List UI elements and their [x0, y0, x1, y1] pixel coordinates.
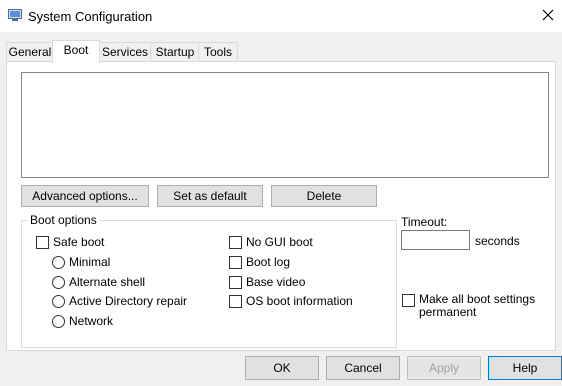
make-permanent-box[interactable] — [402, 294, 415, 307]
tab-startup[interactable]: Startup — [150, 42, 200, 61]
network-label: Network — [69, 314, 114, 328]
tab-tools[interactable]: Tools — [198, 42, 238, 61]
no-gui-boot-box[interactable] — [229, 235, 242, 249]
network-radio-circle[interactable] — [52, 314, 65, 328]
safe-boot-label: Safe boot — [53, 235, 105, 249]
timeout-unit-label: seconds — [475, 234, 520, 248]
safe-boot-checkbox[interactable]: Safe boot — [36, 235, 104, 249]
network-radio[interactable]: Network — [52, 314, 113, 328]
os-boot-information-label: OS boot information — [246, 294, 353, 308]
boot-log-box[interactable] — [229, 255, 242, 269]
set-as-default-button[interactable]: Set as default — [157, 185, 263, 207]
advanced-options-button[interactable]: Advanced options... — [21, 185, 149, 207]
boot-log-label: Boot log — [246, 255, 291, 269]
tab-general[interactable]: General — [6, 42, 54, 61]
boot-options-label: Boot options — [28, 213, 99, 227]
base-video-box[interactable] — [229, 275, 242, 289]
alternate-shell-radio[interactable]: Alternate shell — [52, 275, 145, 289]
make-permanent-label: Make all boot settings permanent — [419, 293, 535, 319]
make-permanent-checkbox[interactable]: Make all boot settings permanent — [402, 293, 535, 319]
make-permanent-line2: permanent — [419, 305, 477, 319]
os-boot-information-checkbox[interactable]: OS boot information — [229, 294, 353, 308]
minimal-radio-circle[interactable] — [52, 255, 65, 269]
active-directory-repair-label: Active Directory repair — [69, 294, 188, 308]
delete-button[interactable]: Delete — [271, 185, 377, 207]
timeout-label: Timeout: — [401, 215, 448, 229]
no-gui-boot-checkbox[interactable]: No GUI boot — [229, 235, 313, 249]
minimal-label: Minimal — [69, 255, 111, 269]
boot-options-group: Boot options Safe boot Minimal Alternate… — [21, 213, 397, 348]
boot-log-checkbox[interactable]: Boot log — [229, 255, 290, 269]
timeout-input[interactable] — [401, 230, 470, 250]
title-bar: System Configuration — [0, 0, 562, 32]
system-config-icon — [8, 9, 22, 21]
base-video-checkbox[interactable]: Base video — [229, 275, 305, 289]
tab-services[interactable]: Services — [98, 42, 152, 61]
window-title: System Configuration — [28, 9, 153, 24]
help-button[interactable]: Help — [488, 356, 562, 380]
safe-boot-box[interactable] — [36, 235, 49, 249]
apply-button[interactable]: Apply — [407, 356, 481, 380]
active-directory-repair-radio[interactable]: Active Directory repair — [52, 294, 187, 308]
minimal-radio[interactable]: Minimal — [52, 255, 110, 269]
make-permanent-line1: Make all boot settings — [419, 292, 536, 306]
active-directory-repair-radio-circle[interactable] — [52, 294, 65, 308]
base-video-label: Base video — [246, 275, 306, 289]
os-list[interactable] — [21, 72, 549, 178]
boot-panel: Advanced options... Set as default Delet… — [6, 61, 556, 351]
ok-button[interactable]: OK — [245, 356, 319, 380]
tab-boot[interactable]: Boot — [52, 40, 100, 63]
os-boot-information-box[interactable] — [229, 294, 242, 308]
alternate-shell-label: Alternate shell — [69, 275, 146, 289]
close-icon[interactable] — [540, 7, 556, 23]
no-gui-boot-label: No GUI boot — [246, 235, 313, 249]
cancel-button[interactable]: Cancel — [326, 356, 400, 380]
alternate-shell-radio-circle[interactable] — [52, 275, 65, 289]
